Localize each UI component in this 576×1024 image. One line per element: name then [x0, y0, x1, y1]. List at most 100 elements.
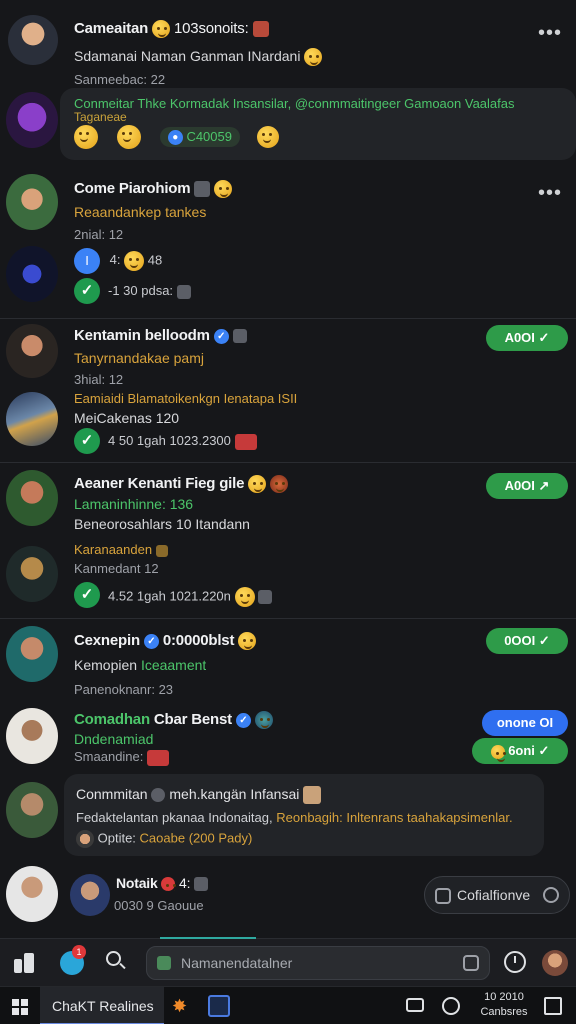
follow-button[interactable]: A0OI ↗: [486, 473, 568, 499]
notification-center-icon[interactable]: [544, 997, 562, 1015]
like-icon[interactable]: I: [74, 248, 100, 274]
post-subtitle: Dndenamiad: [74, 731, 154, 747]
stats-icon: [232, 329, 247, 344]
tag-icon: [155, 544, 168, 557]
verified-icon: ✓: [213, 328, 229, 344]
avatar[interactable]: [6, 866, 58, 922]
alert-icon: [161, 877, 176, 892]
bottom-bar: 1: [0, 937, 576, 986]
divider: [0, 462, 576, 463]
home-icon[interactable]: [14, 953, 36, 973]
post-2[interactable]: Come Piarohiom ••• Reaandankep tankes 2n…: [0, 168, 576, 316]
profile-avatar[interactable]: [542, 950, 568, 976]
image-icon: [157, 956, 171, 970]
emoji-icon: [152, 20, 171, 39]
verified-icon: ✓: [143, 633, 159, 649]
emoji-icon[interactable]: [116, 125, 141, 149]
emoji-icon[interactable]: [74, 125, 98, 149]
feed: Cameaitan 103sonoits: ••• Sdamanai Naman…: [0, 0, 576, 938]
card-body: Fedaktelantan pkanaa Indonaitag, Reonbag…: [76, 810, 513, 825]
badge-icon: [194, 181, 211, 198]
clock-date[interactable]: Canbsres: [474, 1006, 534, 1018]
comment-card[interactable]: Conmeitar Thke Kormadak Insansilar, @con…: [60, 88, 576, 160]
follow-button[interactable]: 0OOI ✓: [486, 628, 568, 654]
taskbar-app-icon[interactable]: [208, 995, 230, 1017]
more-options-icon[interactable]: •••: [538, 183, 562, 203]
confirm-button[interactable]: Cofialfionve: [424, 876, 570, 914]
post-7[interactable]: Conmmitan meh.kangän Infansai Fedaktelan…: [0, 774, 576, 862]
post-subtitle-2: MeiCakenas 120: [74, 410, 180, 426]
author-name[interactable]: Kentamin belloodm: [74, 327, 210, 344]
clock-time[interactable]: 10 2010: [474, 991, 534, 1003]
thumbnail-icon: [303, 786, 322, 805]
check-icon[interactable]: ✓: [74, 582, 100, 608]
avatar[interactable]: [6, 392, 58, 446]
emoji-icon[interactable]: [256, 126, 279, 148]
post-title: Cexnepin ✓ 0:0000blst: [74, 632, 257, 651]
chat-tray-icon[interactable]: [406, 998, 424, 1012]
post-title: Aeaner Kenanti Fieg gile: [74, 475, 289, 494]
emoji-icon[interactable]: [124, 251, 145, 271]
reaction-row: ● C40059: [74, 125, 279, 149]
reaction-row: I 4: 48: [74, 248, 162, 274]
stats-row: 4.52 1gah 1021.220n: [108, 587, 273, 607]
author-name[interactable]: Comadhan: [74, 711, 150, 728]
search-input[interactable]: [181, 953, 451, 973]
avatar[interactable]: [6, 470, 58, 526]
post-8[interactable]: Notaik 4: 0030 9 Gaouue Cofialfionve: [0, 862, 576, 938]
history-icon[interactable]: [504, 951, 526, 973]
reply-bubble[interactable]: onone OI: [482, 710, 568, 736]
avatar[interactable]: [70, 874, 110, 916]
taskbar-app-chat[interactable]: ChaKT Realines: [40, 987, 164, 1024]
globe-icon: [254, 711, 273, 730]
author-name[interactable]: Come Piarohiom: [74, 180, 191, 197]
coin-icon: ●: [167, 130, 183, 146]
post-5[interactable]: Cexnepin ✓ 0:0000blst 0OOI ✓ Kemopien Ic…: [0, 620, 576, 706]
reaction-chip[interactable]: ● C40059: [159, 126, 240, 148]
search-bar[interactable]: [146, 946, 490, 980]
avatar[interactable]: [6, 92, 58, 148]
divider: [0, 318, 576, 319]
avatar[interactable]: [6, 324, 58, 378]
post-6[interactable]: Comadhan Cbar Benst ✓ onone OI Dndenamia…: [0, 704, 576, 778]
author-name[interactable]: Cameaitan: [74, 20, 148, 37]
more-options-icon[interactable]: •••: [538, 23, 562, 43]
author-handle: 103sonoits:: [174, 20, 249, 37]
check-icon[interactable]: ✓: [74, 278, 100, 304]
active-indicator: [160, 937, 256, 939]
avatar[interactable]: [6, 782, 58, 838]
taskbar-app-star-icon[interactable]: ✸: [172, 997, 190, 1015]
quoted-card[interactable]: Conmmitan meh.kangän Infansai Fedaktelan…: [64, 774, 544, 856]
author-name[interactable]: Cexnepin: [74, 632, 140, 649]
post-meta: Sanmeebac: 22: [74, 72, 166, 87]
avatar[interactable]: [6, 626, 58, 682]
avatar[interactable]: [6, 708, 58, 764]
search-icon[interactable]: [106, 951, 126, 971]
follow-button[interactable]: A0OI ✓: [486, 325, 568, 351]
post-subtitle-2: Beneorosahlars 10 Itandann: [74, 516, 250, 532]
avatar[interactable]: [6, 546, 58, 602]
windows-start-icon[interactable]: [12, 999, 28, 1015]
post-3[interactable]: Kentamin belloodm ✓ A0OI ✓ Tanyrnandakae…: [0, 320, 576, 462]
badge-icon: [252, 21, 269, 38]
author-name[interactable]: Aeaner Kenanti Fieg gile: [74, 475, 244, 492]
network-tray-icon[interactable]: [442, 997, 460, 1015]
attach-icon[interactable]: [463, 955, 479, 971]
reaction-row-2: -1 30 pdsa:: [108, 283, 191, 299]
post-1[interactable]: Cameaitan 103sonoits: ••• Sdamanai Naman…: [0, 0, 576, 160]
avatar[interactable]: [6, 174, 58, 230]
post-title: Comadhan Cbar Benst ✓: [74, 711, 273, 730]
emoji-icon: [214, 180, 233, 199]
post-meta: Panenoknanr: 23: [74, 682, 174, 697]
post-4[interactable]: Aeaner Kenanti Fieg gile A0OI ↗ Lamaninh…: [0, 464, 576, 616]
tag-label: Taganeae: [74, 110, 127, 124]
avatar[interactable]: [8, 15, 58, 65]
reaction-bubble[interactable]: 6oni ✓: [472, 738, 568, 764]
notifications-icon[interactable]: 1: [60, 945, 86, 975]
avatar[interactable]: [6, 246, 58, 302]
post-meta: Kanmedant 12: [74, 561, 159, 576]
share-icon[interactable]: [258, 590, 273, 604]
notification-badge: 1: [72, 945, 86, 959]
check-icon[interactable]: ✓: [74, 428, 100, 454]
author-name[interactable]: Notaik: [116, 875, 158, 891]
